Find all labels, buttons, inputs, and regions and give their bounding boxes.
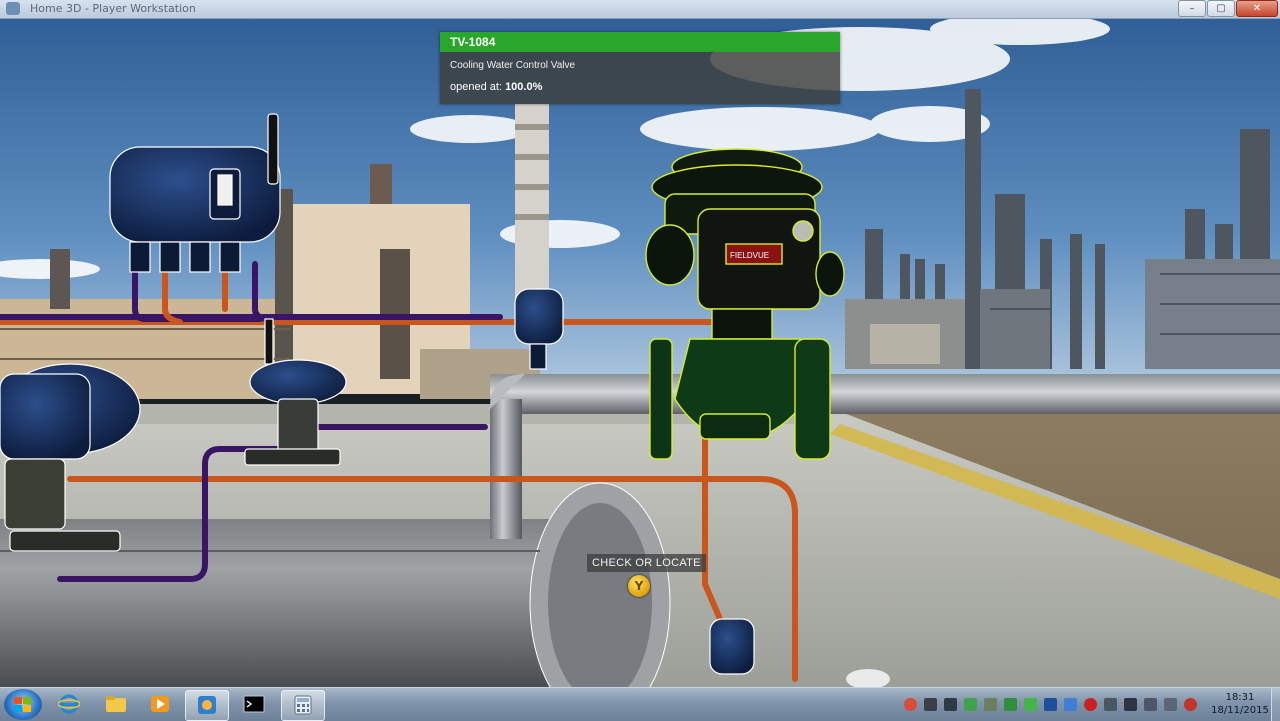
y-button-icon[interactable]: Y	[628, 575, 650, 597]
clock[interactable]: 18:31 18/11/2015	[1210, 691, 1270, 717]
maximize-button[interactable]: ▢	[1207, 0, 1235, 17]
calculator-icon	[294, 695, 312, 715]
antivirus-icon[interactable]	[1084, 698, 1097, 711]
close-button[interactable]: ✕	[1236, 0, 1278, 17]
valve-nameplate: FIELDVUE	[730, 251, 769, 260]
tag-info-panel: TV-1084 Cooling Water Control Valve open…	[440, 32, 840, 104]
record-icon[interactable]	[904, 698, 917, 711]
tag-description: Cooling Water Control Valve	[450, 60, 576, 71]
tag-id: TV-1084	[440, 32, 840, 52]
windows-logo-icon	[14, 697, 31, 712]
taskbar-item-internet-explorer[interactable]	[48, 690, 90, 719]
action-center-icon[interactable]	[1124, 698, 1137, 711]
taskbar: 18:31 18/11/2015	[0, 687, 1280, 721]
display-icon[interactable]	[944, 698, 957, 711]
power-icon[interactable]	[1144, 698, 1157, 711]
update-icon[interactable]	[1064, 698, 1077, 711]
sync-icon[interactable]	[1024, 698, 1037, 711]
opened-value: 100.0%	[505, 81, 543, 93]
clock-date: 18/11/2015	[1211, 705, 1269, 716]
app-icon	[6, 2, 20, 15]
clock-time: 18:31	[1225, 692, 1255, 703]
minimize-button[interactable]: –	[1178, 0, 1206, 17]
tools-icon[interactable]	[1104, 698, 1117, 711]
file-explorer-icon	[106, 696, 126, 712]
drive-icon[interactable]	[984, 698, 997, 711]
media-player-icon	[151, 696, 169, 712]
taskbar-item-app[interactable]	[185, 690, 229, 721]
window-title: Home 3D - Player Workstation	[30, 2, 196, 15]
signal-icon[interactable]	[1164, 698, 1177, 711]
system-tray	[900, 688, 1210, 721]
bluetooth-icon[interactable]	[1044, 698, 1057, 711]
start-button[interactable]	[4, 689, 42, 720]
internet-explorer-icon	[58, 694, 80, 714]
opened-label: opened at:	[450, 81, 502, 93]
pointer-icon[interactable]	[924, 698, 937, 711]
volume-icon[interactable]	[1184, 698, 1197, 711]
show-desktop-button[interactable]	[1271, 688, 1280, 721]
window-titlebar: Home 3D - Player Workstation – ▢ ✕	[0, 0, 1280, 19]
taskbar-item-media-player[interactable]	[139, 690, 181, 719]
command-prompt-icon	[243, 695, 265, 713]
taskbar-item-calculator[interactable]	[281, 690, 325, 721]
network-icon[interactable]	[964, 698, 977, 711]
check-or-locate-prompt: CHECK OR LOCATE	[587, 554, 706, 572]
valve-opening-readout: opened at: 100.0%	[440, 76, 840, 93]
security-icon[interactable]	[1004, 698, 1017, 711]
taskbar-item-file-explorer[interactable]	[95, 690, 137, 719]
app-icon	[198, 696, 216, 714]
taskbar-item-command-prompt[interactable]	[233, 690, 275, 719]
